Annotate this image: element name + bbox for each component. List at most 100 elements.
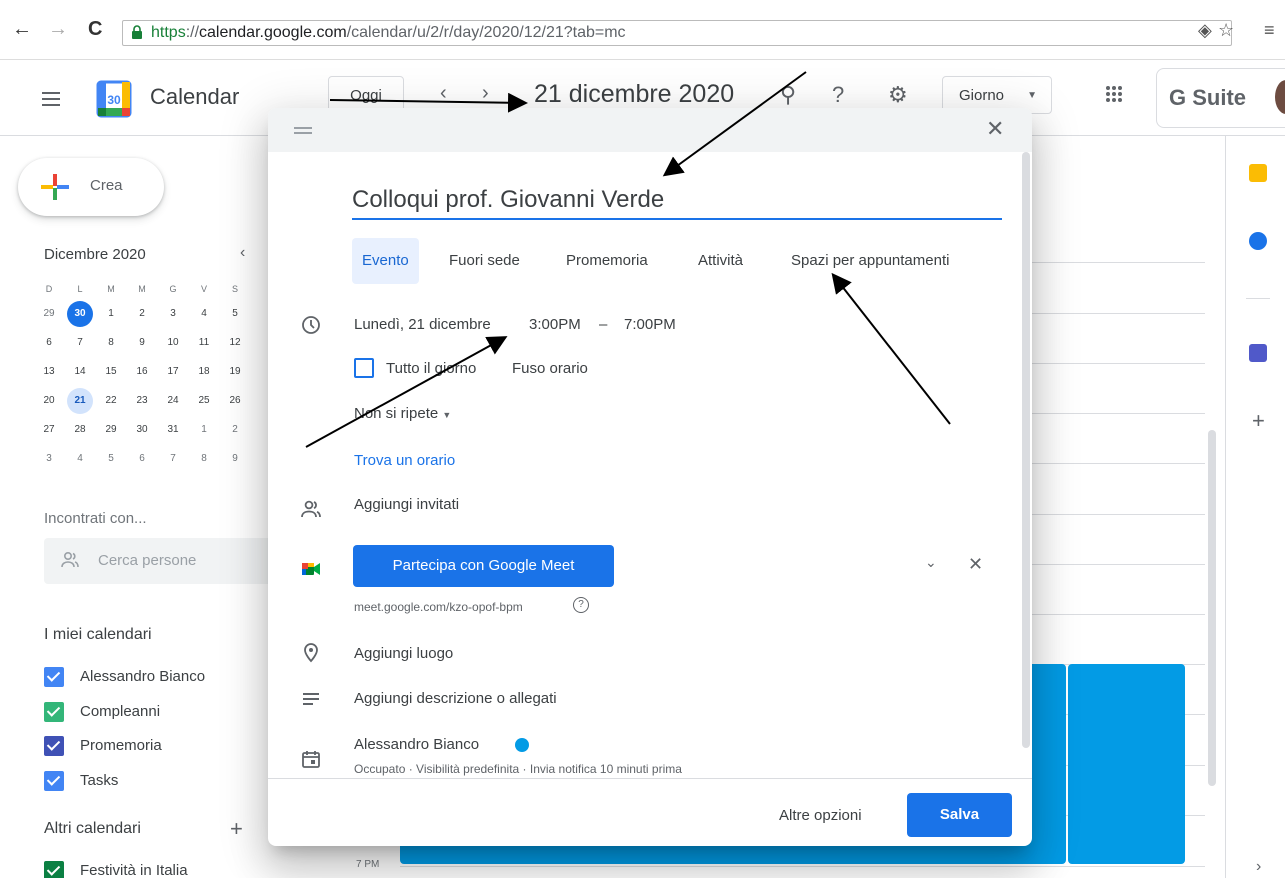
keep-icon[interactable] xyxy=(1249,164,1267,182)
mini-day[interactable]: 18 xyxy=(191,359,217,385)
save-button[interactable]: Salva xyxy=(907,793,1012,837)
mini-day[interactable]: 16 xyxy=(129,359,155,385)
close-icon[interactable]: ✕ xyxy=(986,116,1004,142)
mini-day[interactable]: 23 xyxy=(129,388,155,414)
event-title-input[interactable] xyxy=(352,182,1002,220)
event-date[interactable]: Lunedì, 21 dicembre xyxy=(354,316,491,333)
bookmark-star-icon[interactable]: ☆ xyxy=(1218,20,1234,41)
calendar-details[interactable]: Occupato · Visibilità predefinita · Invi… xyxy=(354,762,682,776)
chevron-down-icon[interactable]: ⌄ xyxy=(925,554,937,571)
mini-day[interactable]: 7 xyxy=(160,446,186,472)
search-people-input[interactable]: Cerca persone xyxy=(44,538,274,584)
mini-day[interactable]: 19 xyxy=(222,359,248,385)
mini-day[interactable]: 31 xyxy=(160,417,186,443)
dialog-drag-bar[interactable]: ✕ xyxy=(268,108,1032,152)
calendar-item[interactable]: Alessandro Bianco xyxy=(44,666,205,688)
more-options-button[interactable]: Altre opzioni xyxy=(779,807,862,824)
mini-day[interactable]: 3 xyxy=(36,446,62,472)
browser-menu-icon[interactable]: ≡ xyxy=(1264,20,1275,41)
mini-day[interactable]: 4 xyxy=(191,301,217,327)
mini-day[interactable]: 13 xyxy=(36,359,62,385)
tab-spazi-appuntamenti[interactable]: Spazi per appuntamenti xyxy=(781,238,959,284)
reload-icon[interactable]: C xyxy=(88,18,102,41)
mini-day[interactable]: 4 xyxy=(67,446,93,472)
search-icon[interactable]: ⚲ xyxy=(780,82,796,108)
calendar-item[interactable]: Compleanni xyxy=(44,701,160,723)
add-calendar-plus-icon[interactable]: + xyxy=(230,816,243,842)
main-menu-icon[interactable] xyxy=(42,92,60,106)
my-calendars-title[interactable]: I miei calendari xyxy=(44,626,152,644)
calendar-color-dot[interactable] xyxy=(515,738,529,752)
create-button[interactable]: Crea xyxy=(18,158,164,216)
mini-day[interactable]: 29 xyxy=(98,417,124,443)
address-bar[interactable]: https://calendar.google.com/calendar/u/2… xyxy=(122,20,1232,46)
repeat-selector[interactable]: Non si ripete ▼ xyxy=(354,405,451,422)
mini-day[interactable]: 29 xyxy=(36,301,62,327)
other-calendars-title[interactable]: Altri calendari xyxy=(44,820,141,838)
add-location-field[interactable]: Aggiungi luogo xyxy=(354,645,453,662)
add-guests-field[interactable]: Aggiungi invitati xyxy=(354,496,459,513)
extension-icon[interactable]: ◈ xyxy=(1198,20,1212,41)
mini-day[interactable]: 20 xyxy=(36,388,62,414)
calendar-item[interactable]: Promemoria xyxy=(44,735,162,757)
help-icon[interactable]: ? xyxy=(832,82,844,108)
mini-day[interactable]: 22 xyxy=(98,388,124,414)
mini-day[interactable]: 3 xyxy=(160,301,186,327)
mini-day[interactable]: 10 xyxy=(160,330,186,356)
checkbox-checked-icon[interactable] xyxy=(44,736,64,756)
calendar-item[interactable]: Tasks xyxy=(44,770,118,792)
mini-day[interactable]: 9 xyxy=(222,446,248,472)
drag-handle-icon[interactable] xyxy=(294,127,312,137)
mini-day[interactable]: 8 xyxy=(191,446,217,472)
dialog-scrollbar[interactable] xyxy=(1022,152,1030,752)
forward-arrow-icon[interactable]: → xyxy=(48,18,68,41)
remove-meet-close-icon[interactable]: ✕ xyxy=(968,554,983,575)
mini-day-selected[interactable]: 21 xyxy=(67,388,93,414)
mini-day[interactable]: 28 xyxy=(67,417,93,443)
dialog-scrollbar-thumb[interactable] xyxy=(1022,152,1030,748)
checkbox-checked-icon[interactable] xyxy=(44,861,64,878)
find-time-link[interactable]: Trova un orario xyxy=(354,452,455,469)
mini-day[interactable]: 5 xyxy=(98,446,124,472)
event-end-time[interactable]: 7:00PM xyxy=(624,316,676,333)
mini-calendar-prev-icon[interactable]: ‹ xyxy=(240,244,245,262)
mini-day[interactable]: 9 xyxy=(129,330,155,356)
mini-day[interactable]: 2 xyxy=(129,301,155,327)
grid-scrollbar[interactable] xyxy=(1208,430,1216,786)
tab-fuori-sede[interactable]: Fuori sede xyxy=(439,238,530,284)
mini-day[interactable]: 17 xyxy=(160,359,186,385)
checkbox-checked-icon[interactable] xyxy=(44,702,64,722)
mini-day[interactable]: 30 xyxy=(129,417,155,443)
mini-day[interactable]: 27 xyxy=(36,417,62,443)
mini-day[interactable]: 2 xyxy=(222,417,248,443)
settings-gear-icon[interactable]: ⚙ xyxy=(888,82,908,108)
tab-attivita[interactable]: Attività xyxy=(688,238,753,284)
mini-day[interactable]: 14 xyxy=(67,359,93,385)
mini-day[interactable]: 6 xyxy=(36,330,62,356)
calendar-owner[interactable]: Alessandro Bianco xyxy=(354,736,479,753)
add-description-field[interactable]: Aggiungi descrizione o allegati xyxy=(354,690,557,707)
help-icon[interactable]: ? xyxy=(573,597,589,613)
chevron-right-icon[interactable]: › xyxy=(482,82,489,105)
teams-icon[interactable] xyxy=(1249,344,1267,362)
checkbox-checked-icon[interactable] xyxy=(44,771,64,791)
tab-promemoria[interactable]: Promemoria xyxy=(556,238,658,284)
checkbox-checked-icon[interactable] xyxy=(44,667,64,687)
join-google-meet-button[interactable]: Partecipa con Google Meet xyxy=(353,545,614,587)
back-arrow-icon[interactable]: ← xyxy=(12,18,32,41)
add-addon-plus-icon[interactable]: + xyxy=(1252,408,1265,434)
meet-link[interactable]: meet.google.com/kzo-opof-bpm xyxy=(354,600,523,614)
mini-day[interactable]: 11 xyxy=(191,330,217,356)
timezone-link[interactable]: Fuso orario xyxy=(512,360,588,377)
mini-day[interactable]: 15 xyxy=(98,359,124,385)
mini-day[interactable]: 24 xyxy=(160,388,186,414)
mini-day[interactable]: 8 xyxy=(98,330,124,356)
mini-day-today[interactable]: 30 xyxy=(67,301,93,327)
chevron-right-icon[interactable]: › xyxy=(1256,858,1261,876)
mini-day[interactable]: 7 xyxy=(67,330,93,356)
tasks-icon[interactable] xyxy=(1249,232,1267,250)
mini-day[interactable]: 1 xyxy=(191,417,217,443)
tab-evento[interactable]: Evento xyxy=(352,238,419,284)
all-day-checkbox[interactable] xyxy=(354,358,374,378)
apps-grid-icon[interactable] xyxy=(1106,86,1122,102)
